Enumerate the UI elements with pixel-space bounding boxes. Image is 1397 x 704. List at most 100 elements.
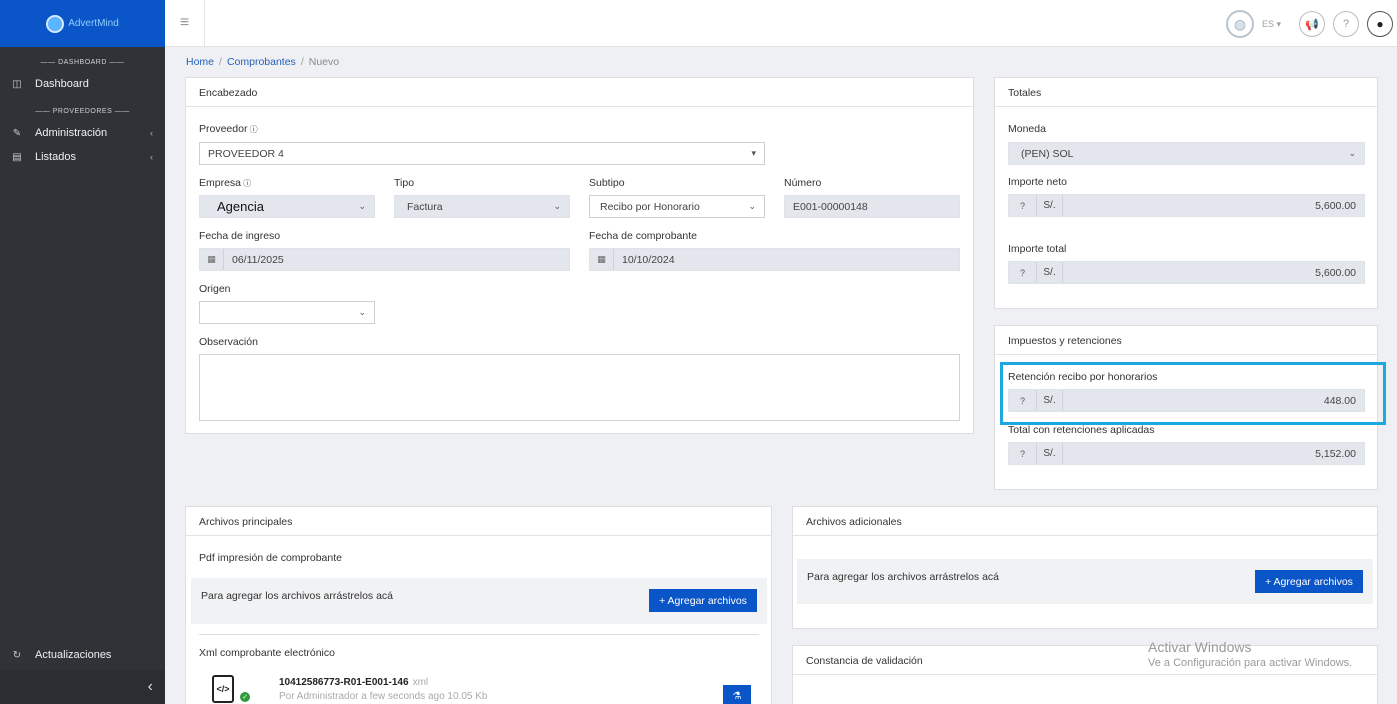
chevron-down-icon: ⌄ [553,201,561,211]
fecha-comprobante-field[interactable]: ▦ 10/10/2024 [589,248,960,271]
sidebar-item-dashboard[interactable]: ◫ Dashboard [0,72,165,96]
card-title: Encabezado [186,78,973,107]
help-icon: ? [1009,262,1037,283]
sidebar-item-label: Administración [35,127,108,139]
observacion-textarea[interactable] [199,354,960,421]
help-icon[interactable]: ? [1333,11,1359,37]
xml-file-icon: </> [212,675,234,703]
sidebar-item-actualizaciones[interactable]: ↻ Actualizaciones [0,643,165,667]
breadcrumb-home[interactable]: Home [186,56,214,68]
divider [199,634,759,635]
sidebar-section-dashboard: —— DASHBOARD —— [40,59,125,66]
pdf-label: Pdf impresión de comprobante [199,552,342,564]
list-icon: ▤ [12,151,22,163]
help-icon: ? [1009,195,1037,216]
sidebar-collapse-button[interactable]: ‹ [0,670,165,704]
file-name[interactable]: 10412586773-R01-E001-146 xml [279,677,428,688]
add-files-button[interactable]: + Agregar archivos [1255,570,1363,593]
windows-watermark-title: Activar Windows [1148,639,1252,655]
currency-symbol: S/. [1037,195,1063,216]
card-title: Impuestos y retenciones [995,326,1377,355]
tipo-label: Tipo [394,177,415,189]
numero-label: Número [784,177,822,189]
chevron-down-icon: ⌄ [358,201,366,211]
file-meta: Por Administrador a few seconds ago 10.0… [279,691,488,702]
fecha-comprobante-label: Fecha de comprobante [589,230,697,242]
language-selector[interactable]: ES ▾ [1262,19,1281,30]
breadcrumb-current: Nuevo [308,56,340,68]
flask-icon[interactable]: ⚗ [723,685,751,704]
topbar: ≡ ◍ ES ▾ 📢 ? ● [165,0,1397,47]
chevron-down-icon: ⌄ [1348,148,1356,158]
tipo-select[interactable]: Factura ⌄ [394,195,570,218]
fecha-ingreso-field[interactable]: ▦ 06/11/2025 [199,248,570,271]
constancia-card: Constancia de validación [792,645,1378,704]
refresh-icon: ↻ [12,649,22,661]
origen-label: Origen [199,283,231,295]
totales-card: Totales Moneda (PEN) SOL ⌄ Importe neto ?… [994,77,1378,309]
brand-name: AdvertMind [68,18,119,29]
add-files-button[interactable]: + Agregar archivos [649,589,757,612]
subtipo-label: Subtipo [589,177,625,189]
sidebar: AdvertMind —— DASHBOARD —— ◫ Dashboard —… [0,0,165,704]
subtipo-select[interactable]: Recibo por Honorario ⌄ [589,195,765,218]
sidebar-item-label: Actualizaciones [35,649,112,661]
card-title: Archivos adicionales [793,507,1377,536]
archivos-principales-card: Archivos principales Pdf impresión de co… [185,506,772,704]
sidebar-item-administracion[interactable]: ✎ Administración ‹ [0,121,165,145]
chevron-left-icon: ‹ [147,678,153,695]
help-icon: ? [1009,443,1037,464]
card-title: Totales [995,78,1377,107]
calendar-icon: ▦ [590,249,614,270]
columns-icon: ◫ [12,78,22,90]
proveedor-select[interactable]: PROVEEDOR 4 ▾ [199,142,765,165]
windows-watermark-subtitle: Ve a Configuración para activar Windows. [1148,657,1353,669]
sidebar-item-listados[interactable]: ▤ Listados ‹ [0,145,165,169]
proveedor-label: Proveedor ⓘ [199,123,258,135]
moneda-select[interactable]: (PEN) SOL ⌄ [1008,142,1365,165]
advertmind-logo-icon [46,14,65,33]
numero-field[interactable]: E001-00000148 [784,195,960,218]
total-retenciones-field[interactable]: ? S/. 5,152.00 [1008,442,1365,465]
card-title: Archivos principales [186,507,771,536]
highlight-box [1000,362,1386,425]
breadcrumb-comprobantes[interactable]: Comprobantes [227,56,296,68]
dropzone-text: Para agregar los archivos arrástrelos ac… [201,590,394,602]
chevron-left-icon: ‹ [150,128,153,138]
brand-header[interactable]: AdvertMind [0,0,165,47]
importe-total-field[interactable]: ? S/. 5,600.00 [1008,261,1365,284]
fecha-ingreso-label: Fecha de ingreso [199,230,281,242]
sidebar-item-label: Listados [35,151,76,163]
importe-neto-field[interactable]: ? S/. 5,600.00 [1008,194,1365,217]
chevron-left-icon: ‹ [150,152,153,162]
total-retenciones-label: Total con retenciones aplicadas [1008,424,1155,436]
wrench-icon: ✎ [12,127,22,139]
chevron-down-icon: ⌄ [748,201,756,211]
origen-select[interactable]: ⌄ [199,301,375,324]
total-retenciones-value: 5,152.00 [1315,447,1356,460]
adicionales-dropzone[interactable]: Para agregar los archivos arrástrelos ac… [797,559,1373,604]
importe-total-value: 5,600.00 [1315,266,1356,279]
importe-neto-label: Importe neto [1008,176,1067,188]
help-icon: ⓘ [241,179,252,188]
breadcrumb: Home / Comprobantes / Nuevo [186,56,340,68]
currency-symbol: S/. [1037,443,1063,464]
moneda-label: Moneda [1008,123,1046,135]
archivos-adicionales-card: Archivos adicionales Para agregar los ar… [792,506,1378,629]
check-icon: ✓ [240,692,250,702]
encabezado-card: Encabezado Proveedor ⓘ PROVEEDOR 4 ▾ Empr… [185,77,974,434]
dropzone-text: Para agregar los archivos arrástrelos ac… [807,571,1000,583]
user-icon[interactable]: ● [1367,11,1393,37]
observacion-label: Observación [199,336,258,348]
calendar-icon: ▦ [200,249,224,270]
hamburger-menu-icon[interactable]: ≡ [165,0,205,46]
empresa-label: Empresa ⓘ [199,177,252,189]
chevron-down-icon: ⌄ [358,307,366,317]
importe-total-label: Importe total [1008,243,1067,255]
globe-icon[interactable]: ◍ [1225,10,1254,38]
empresa-select[interactable]: Agencia ⌄ [199,195,375,218]
pdf-dropzone[interactable]: Para agregar los archivos arrástrelos ac… [191,578,767,624]
megaphone-icon[interactable]: 📢 [1299,11,1325,37]
caret-down-icon: ▾ [751,148,756,158]
xml-label: Xml comprobante electrónico [199,647,335,659]
